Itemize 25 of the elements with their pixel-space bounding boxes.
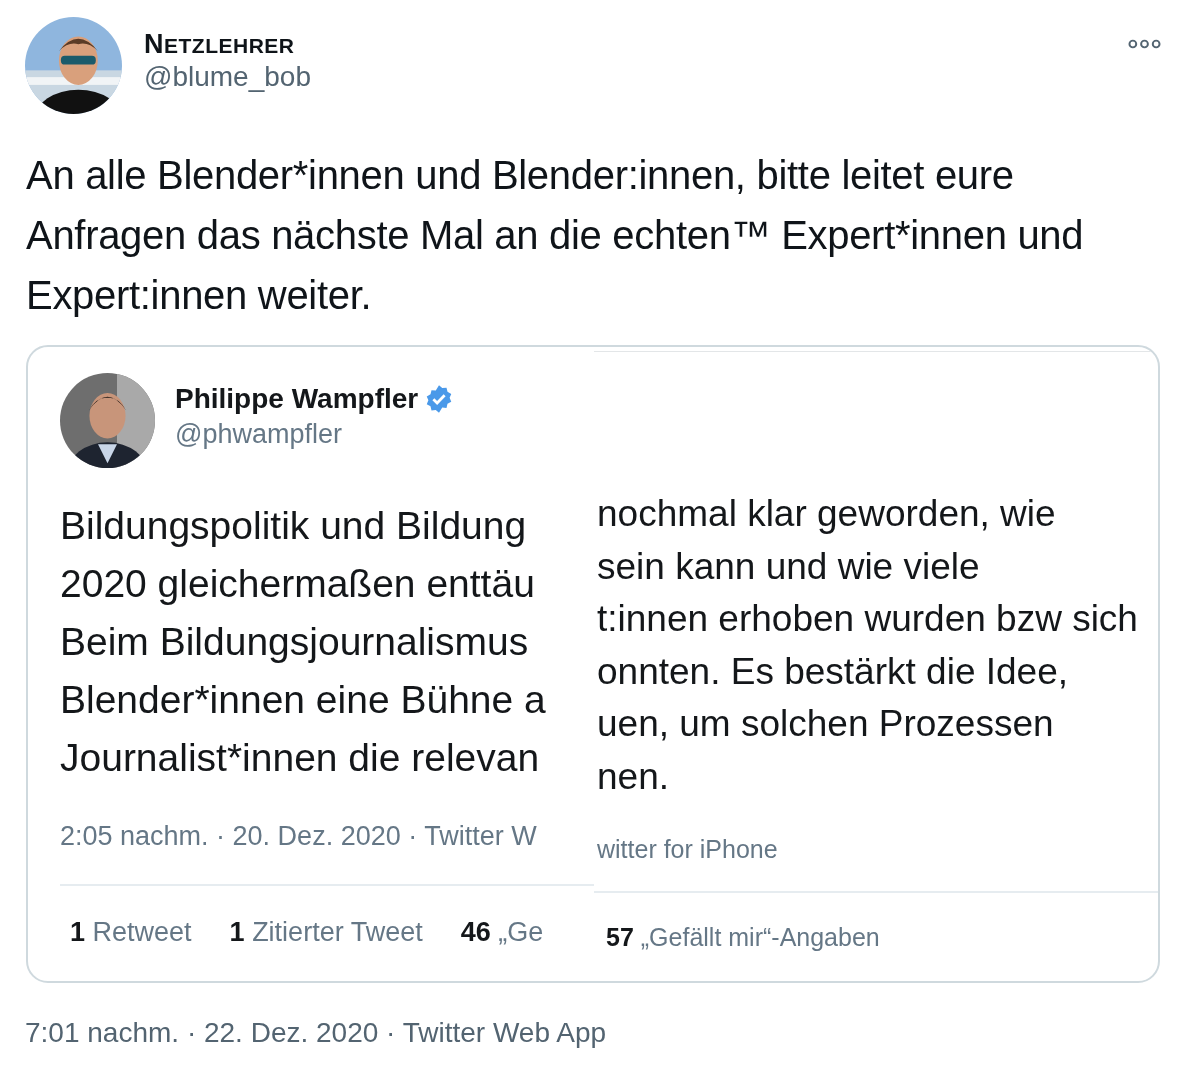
- author-name[interactable]: NETZLEHRER: [144, 29, 311, 61]
- tweet-text-line: Journalist*innen die relevan: [60, 735, 541, 781]
- tweet-text-line: onnten. Es bestärkt die Idee,: [597, 649, 1070, 694]
- tweet-text-line: sein kann und wie viele: [597, 544, 981, 589]
- tweet-text-line: nochmal klar geworden, wie: [597, 492, 1057, 536]
- stat-text: 46 „Ge: [460, 916, 544, 949]
- tweet-meta: 2:05 nachm. · 20. Dez. 2020 · Twitter W: [59, 820, 538, 853]
- stat-text: 1 Zitierter Tweet: [229, 916, 423, 949]
- stat-text: 1 Retweet: [70, 916, 192, 949]
- tweet-text-line: Bildungspolitik und Bildung: [60, 503, 528, 549]
- tweet-text-line: Beim Bildungsjournalismus: [60, 619, 530, 665]
- stat-text: 57 „Gefällt mir“-Angaben: [606, 921, 880, 953]
- embedded-screenshot[interactable]: [26, 345, 1160, 983]
- author-handle[interactable]: @blume_bob: [144, 61, 311, 93]
- tweet-text-line: t:innen erhoben wurden bzw sich: [597, 597, 1139, 642]
- tweet-text-line: nen.: [597, 754, 670, 799]
- tweet-text: An alle Blender*innen und Blender:innen, bitte leitet eure Anfragen das nächste Mal an die echten™ Expert*innen und Expert:innen weiter.: [26, 152, 1085, 319]
- tweet-text-line: 2020 gleichermaßen enttäu: [60, 561, 536, 607]
- author-handle: @phwampfler: [175, 419, 343, 450]
- tweet-text-line: uen, um solchen Prozessen: [597, 702, 1055, 747]
- tweet-meta: witter for iPhone: [596, 833, 779, 865]
- tweet-text-line: Blender*innen eine Bühne a: [60, 677, 547, 723]
- author-name: Philippe Wampfler: [175, 383, 419, 415]
- timestamp[interactable]: 7:01 nachm. · 22. Dez. 2020 · Twitter Web App: [25, 1017, 1160, 1049]
- more-options-icon[interactable]: [1128, 39, 1161, 49]
